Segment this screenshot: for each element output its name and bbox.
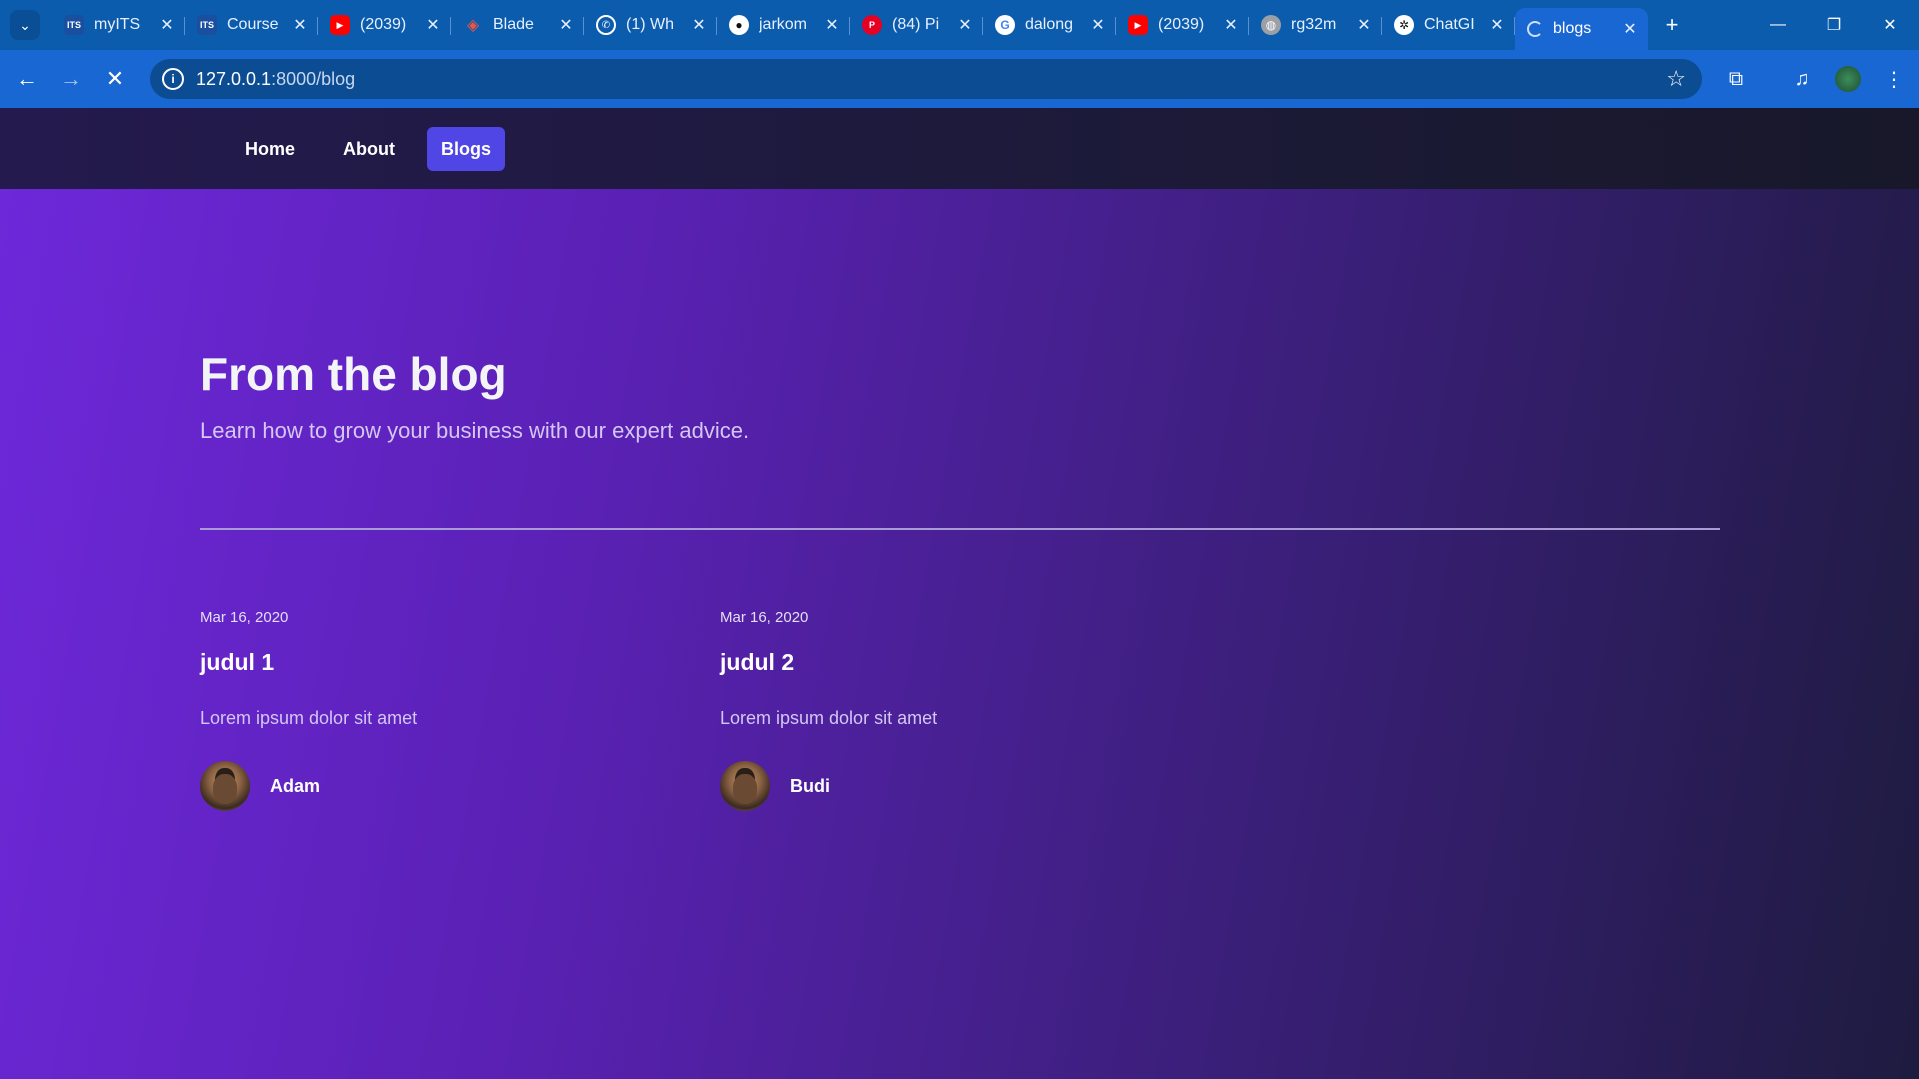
close-icon[interactable]: ✕ bbox=[957, 15, 973, 35]
tab-title: Blade bbox=[493, 16, 534, 33]
site-info-icon[interactable]: i bbox=[162, 68, 184, 90]
arrow-right-icon: → bbox=[60, 66, 82, 91]
blog-post-card[interactable]: Mar 16, 2020 judul 1 Lorem ipsum dolor s… bbox=[200, 609, 700, 811]
avatar bbox=[200, 761, 250, 811]
tab-title: ChatGI bbox=[1424, 16, 1475, 33]
browser-toolbar: ← → ✕ i 127.0.0.1:8000/blog ☆ ⧉ ♫ ⋮ bbox=[0, 50, 1919, 108]
tab-title: myITS bbox=[94, 16, 141, 33]
globe-icon: ◍ bbox=[1261, 15, 1281, 35]
close-icon[interactable]: ✕ bbox=[824, 15, 840, 35]
close-icon[interactable]: ✕ bbox=[292, 15, 308, 35]
browser-tab[interactable]: ◈ Blade ✕ bbox=[451, 7, 584, 43]
browser-tab[interactable]: ✆ (1) Wh ✕ bbox=[584, 7, 717, 43]
close-window-button[interactable]: ✕ bbox=[1862, 0, 1918, 50]
tab-title: (1) Wh bbox=[626, 16, 674, 33]
profile-avatar[interactable] bbox=[1828, 59, 1868, 99]
tab-title: (84) Pi bbox=[892, 16, 940, 33]
post-author: Budi bbox=[720, 761, 1220, 811]
post-excerpt: Lorem ipsum dolor sit amet bbox=[200, 708, 418, 728]
browser-tab[interactable]: ✲ ChatGI ✕ bbox=[1382, 7, 1515, 43]
restore-icon: ❐ bbox=[1826, 17, 1842, 34]
google-icon: G bbox=[995, 15, 1015, 35]
loading-icon bbox=[1527, 21, 1543, 37]
browser-tab[interactable]: ITS Course ✕ bbox=[185, 7, 318, 43]
its-logo-icon: ITS bbox=[197, 15, 217, 35]
post-title[interactable]: judul 1 bbox=[200, 649, 700, 676]
laravel-icon: ◈ bbox=[466, 17, 480, 34]
blog-section: From the blog Learn how to grow your bus… bbox=[0, 189, 1919, 1079]
forward-button[interactable]: → bbox=[49, 57, 93, 101]
post-date: Mar 16, 2020 bbox=[200, 609, 289, 626]
url-path: :8000/blog bbox=[271, 68, 356, 89]
pinterest-icon: P bbox=[862, 15, 882, 35]
tab-title: (2039) bbox=[360, 16, 407, 33]
back-button[interactable]: ← bbox=[5, 57, 49, 101]
close-icon[interactable]: ✕ bbox=[1489, 15, 1505, 35]
menu-kebab-icon[interactable]: ⋮ bbox=[1874, 59, 1914, 99]
close-icon[interactable]: ✕ bbox=[1622, 19, 1638, 39]
close-icon: ✕ bbox=[1883, 17, 1897, 34]
plus-icon: + bbox=[1665, 12, 1679, 37]
author-name[interactable]: Adam bbox=[270, 776, 320, 797]
browser-tab[interactable]: P (84) Pi ✕ bbox=[850, 7, 983, 43]
page-title: From the blog bbox=[200, 348, 507, 400]
post-date: Mar 16, 2020 bbox=[720, 609, 809, 626]
browser-tab[interactable]: ◍ rg32m ✕ bbox=[1249, 7, 1382, 43]
tab-title: blogs bbox=[1553, 20, 1592, 37]
tab-strip: ⌄ ITS myITS ✕ ITS Course ✕ ▶ (2039) ✕ ◈ … bbox=[0, 0, 1919, 50]
tab-title: Course bbox=[227, 16, 279, 33]
new-tab-button[interactable]: + bbox=[1654, 12, 1690, 38]
browser-tab[interactable]: G dalong ✕ bbox=[983, 7, 1116, 43]
tab-title: dalong bbox=[1025, 16, 1074, 33]
browser-tab[interactable]: ▶ (2039) ✕ bbox=[318, 7, 451, 43]
browser-tab-active[interactable]: blogs ✕ bbox=[1515, 8, 1648, 50]
tab-title: (2039) bbox=[1158, 16, 1205, 33]
minimize-button[interactable]: — bbox=[1750, 0, 1806, 50]
blog-post-card[interactable]: Mar 16, 2020 judul 2 Lorem ipsum dolor s… bbox=[720, 609, 1220, 811]
browser-tab[interactable]: ● jarkom ✕ bbox=[717, 7, 850, 43]
tab-title: rg32m bbox=[1291, 16, 1337, 33]
browser-tab[interactable]: ▶ (2039) ✕ bbox=[1116, 7, 1249, 43]
youtube-icon: ▶ bbox=[330, 15, 350, 35]
post-author: Adam bbox=[200, 761, 700, 811]
nav-link-home[interactable]: Home bbox=[231, 127, 309, 171]
its-logo-icon: ITS bbox=[64, 15, 84, 35]
page-subtitle: Learn how to grow your business with our… bbox=[200, 418, 750, 443]
profile-avatar-icon bbox=[1835, 66, 1861, 92]
nav-link-about[interactable]: About bbox=[329, 127, 409, 171]
url-host: 127.0.0.1 bbox=[196, 68, 272, 89]
close-icon[interactable]: ✕ bbox=[1223, 15, 1239, 35]
close-icon[interactable]: ✕ bbox=[691, 15, 707, 35]
close-icon: ✕ bbox=[105, 66, 125, 91]
media-control-icon[interactable]: ♫ bbox=[1782, 59, 1822, 99]
chevron-down-icon: ⌄ bbox=[19, 16, 31, 33]
chatgpt-icon: ✲ bbox=[1394, 15, 1414, 35]
youtube-icon: ▶ bbox=[1128, 15, 1148, 35]
bookmark-star-icon[interactable]: ☆ bbox=[1666, 66, 1686, 92]
github-icon: ● bbox=[729, 15, 749, 35]
post-title[interactable]: judul 2 bbox=[720, 649, 1220, 676]
site-navbar: Home About Blogs bbox=[0, 108, 1919, 189]
arrow-left-icon: ← bbox=[16, 66, 38, 91]
extensions-icon[interactable]: ⧉ bbox=[1716, 59, 1756, 99]
whatsapp-icon: ✆ bbox=[596, 15, 616, 35]
close-icon[interactable]: ✕ bbox=[1356, 15, 1372, 35]
address-bar[interactable]: i 127.0.0.1:8000/blog ☆ bbox=[150, 59, 1702, 99]
divider bbox=[200, 528, 1720, 530]
post-excerpt: Lorem ipsum dolor sit amet bbox=[720, 708, 938, 728]
stop-loading-button[interactable]: ✕ bbox=[93, 57, 137, 101]
close-icon[interactable]: ✕ bbox=[425, 15, 441, 35]
avatar bbox=[720, 761, 770, 811]
tab-title: jarkom bbox=[759, 16, 808, 33]
nav-link-blogs[interactable]: Blogs bbox=[427, 127, 506, 171]
tab-search-button[interactable]: ⌄ bbox=[10, 10, 40, 40]
close-icon[interactable]: ✕ bbox=[558, 15, 574, 35]
close-icon[interactable]: ✕ bbox=[1090, 15, 1106, 35]
minimize-icon: — bbox=[1770, 16, 1786, 33]
restore-button[interactable]: ❐ bbox=[1806, 0, 1862, 50]
close-icon[interactable]: ✕ bbox=[159, 15, 175, 35]
browser-tab[interactable]: ITS myITS ✕ bbox=[52, 7, 185, 43]
author-name[interactable]: Budi bbox=[790, 776, 830, 797]
